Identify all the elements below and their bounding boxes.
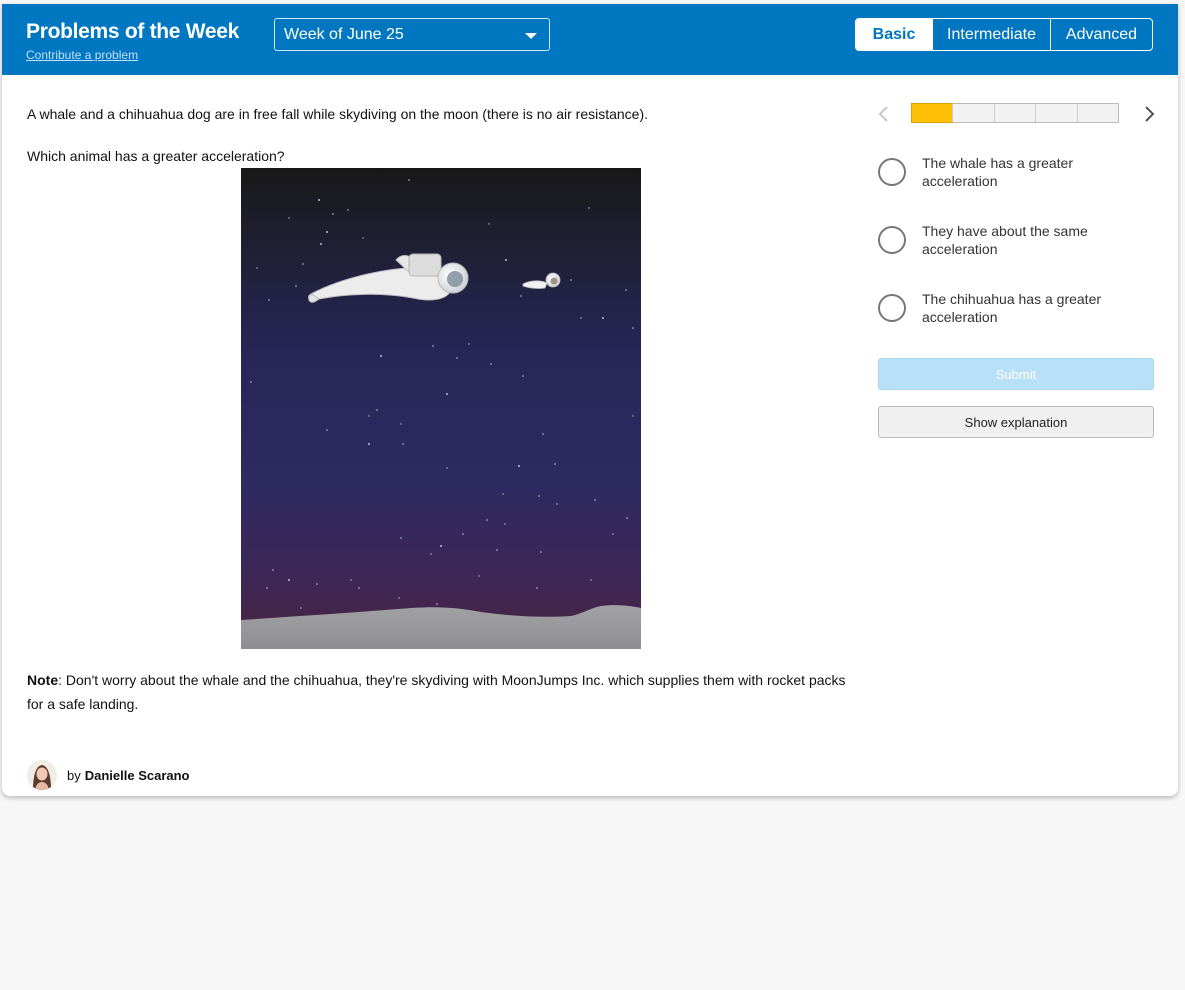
progress-segment[interactable] [993,104,1035,122]
week-select-value: Week of June 25 [284,26,404,43]
problem-illustration [241,168,641,649]
week-select[interactable]: Week of June 25 [274,18,550,51]
answer-choice[interactable]: The whale has a greater acceleration [878,154,1154,222]
author-byline: by Danielle Scarano [27,760,190,790]
tab-advanced[interactable]: Advanced [1050,19,1152,50]
answer-choice[interactable]: The chihuahua has a greater acceleration [878,290,1154,358]
difficulty-tabs: Basic Intermediate Advanced [855,18,1153,51]
submit-button[interactable]: Submit [878,358,1154,390]
avatar [27,760,57,790]
answer-choices: The whale has a greater acceleration The… [878,154,1154,358]
choice-label: The whale has a greater acceleration [922,155,1073,189]
answer-choice[interactable]: They have about the same acceleration [878,222,1154,290]
question-text: A whale and a chihuahua dog are in free … [27,106,649,122]
progress-segment[interactable] [1076,104,1118,122]
page-title: Problems of the Week [26,20,240,43]
question-prompt: Which animal has a greater acceleration? [27,148,285,164]
chevron-right-icon[interactable] [1140,104,1158,124]
progress-segment[interactable] [952,104,993,122]
author-name[interactable]: Danielle Scarano [85,768,190,783]
header-bar: Problems of the Week Contribute a proble… [2,4,1178,75]
progress-segment[interactable] [910,103,954,123]
choice-label: They have about the same acceleration [922,223,1088,257]
chevron-down-icon [525,33,537,39]
progress-segment[interactable] [1035,104,1076,122]
problem-card: Problems of the Week Contribute a proble… [2,4,1178,796]
choice-label: The chihuahua has a greater acceleration [922,291,1102,325]
radio-button[interactable] [878,294,906,322]
chevron-left-icon[interactable] [875,104,893,124]
show-explanation-button[interactable]: Show explanation [878,406,1154,438]
tab-intermediate[interactable]: Intermediate [932,19,1050,50]
note-body: : Don't worry about the whale and the ch… [27,672,846,712]
progress-bar [910,103,1119,123]
tab-basic[interactable]: Basic [856,19,932,50]
note-label: Note [27,672,59,688]
radio-button[interactable] [878,158,906,186]
author-prefix: by [67,767,81,783]
radio-button[interactable] [878,226,906,254]
contribute-link[interactable]: Contribute a problem [26,48,138,62]
note-text: Note: Don't worry about the whale and th… [27,668,847,716]
